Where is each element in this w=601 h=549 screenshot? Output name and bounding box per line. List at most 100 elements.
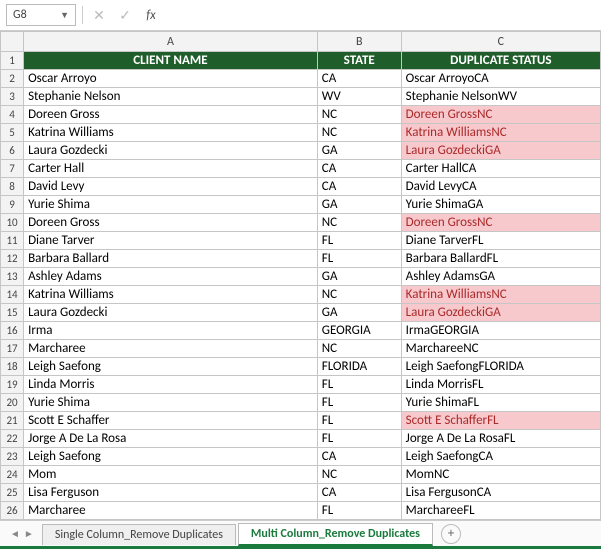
cell-dup-status[interactable]: Doreen GrossNC — [401, 214, 600, 232]
cell-dup-status[interactable]: Yurie ShimaFL — [401, 394, 600, 412]
column-header-C[interactable]: C — [401, 32, 600, 52]
formula-input[interactable] — [167, 5, 595, 25]
cell-state[interactable]: GEORGIA — [317, 322, 401, 340]
name-box[interactable]: G8 ▼ — [6, 4, 76, 26]
select-all-corner[interactable] — [1, 32, 24, 52]
cell-client-name[interactable]: Yurie Shima — [24, 196, 318, 214]
cell-state[interactable]: FLORIDA — [317, 358, 401, 376]
cell-dup-status[interactable]: Leigh SaefongFLORIDA — [401, 358, 600, 376]
row-header[interactable]: 2 — [1, 70, 24, 88]
column-header-B[interactable]: B — [317, 32, 401, 52]
cell-state[interactable]: NC — [317, 340, 401, 358]
cell-state[interactable]: GA — [317, 142, 401, 160]
cell-state[interactable]: CA — [317, 484, 401, 502]
column-header-A[interactable]: A — [24, 32, 318, 52]
cell-dup-status[interactable]: Barbara BallardFL — [401, 250, 600, 268]
header-client-name[interactable]: CLIENT NAME — [24, 52, 318, 70]
row-header[interactable]: 19 — [1, 376, 24, 394]
cell-state[interactable]: FL — [317, 412, 401, 430]
cell-client-name[interactable]: Barbara Ballard — [24, 250, 318, 268]
cell-state[interactable]: FL — [317, 250, 401, 268]
cell-client-name[interactable]: Laura Gozdecki — [24, 304, 318, 322]
header-dup-status[interactable]: DUPLICATE STATUS — [401, 52, 600, 70]
cell-client-name[interactable]: Doreen Gross — [24, 214, 318, 232]
cell-state[interactable]: FL — [317, 430, 401, 448]
row-header[interactable]: 3 — [1, 88, 24, 106]
cell-client-name[interactable]: Stephanie Nelson — [24, 88, 318, 106]
cell-state[interactable]: GA — [317, 268, 401, 286]
cell-client-name[interactable]: Lisa Ferguson — [24, 484, 318, 502]
cell-dup-status[interactable]: David LevyCA — [401, 178, 600, 196]
cell-client-name[interactable]: Linda Morris — [24, 376, 318, 394]
tab-nav[interactable]: ◄ ► — [4, 527, 40, 540]
row-header[interactable]: 25 — [1, 484, 24, 502]
cell-dup-status[interactable]: Leigh SaefongCA — [401, 448, 600, 466]
cell-client-name[interactable]: Scott E Schaffer — [24, 412, 318, 430]
cell-dup-status[interactable]: Scott E SchafferFL — [401, 412, 600, 430]
cell-dup-status[interactable]: Oscar ArroyoCA — [401, 70, 600, 88]
row-header[interactable]: 10 — [1, 214, 24, 232]
cancel-icon[interactable]: ✕ — [89, 5, 109, 25]
row-header[interactable]: 15 — [1, 304, 24, 322]
cell-state[interactable]: GA — [317, 304, 401, 322]
fx-icon[interactable]: fx — [141, 5, 161, 25]
cell-dup-status[interactable]: Laura GozdeckiGA — [401, 142, 600, 160]
cell-dup-status[interactable]: Ashley AdamsGA — [401, 268, 600, 286]
cell-client-name[interactable]: Oscar Arroyo — [24, 70, 318, 88]
row-header[interactable]: 12 — [1, 250, 24, 268]
row-header[interactable]: 22 — [1, 430, 24, 448]
cell-dup-status[interactable]: Lisa FergusonCA — [401, 484, 600, 502]
cell-client-name[interactable]: Marcharee — [24, 340, 318, 358]
add-sheet-button[interactable]: + — [441, 524, 461, 544]
cell-dup-status[interactable]: Doreen GrossNC — [401, 106, 600, 124]
cell-client-name[interactable]: Katrina Williams — [24, 286, 318, 304]
cell-state[interactable]: NC — [317, 466, 401, 484]
cell-state[interactable]: NC — [317, 214, 401, 232]
row-header[interactable]: 11 — [1, 232, 24, 250]
confirm-icon[interactable]: ✓ — [115, 5, 135, 25]
cell-client-name[interactable]: Irma — [24, 322, 318, 340]
row-header[interactable]: 5 — [1, 124, 24, 142]
row-header[interactable]: 24 — [1, 466, 24, 484]
cell-state[interactable]: FL — [317, 376, 401, 394]
cell-client-name[interactable]: Yurie Shima — [24, 394, 318, 412]
cell-state[interactable]: CA — [317, 160, 401, 178]
row-header[interactable]: 1 — [1, 52, 24, 70]
cell-dup-status[interactable]: Laura GozdeckiGA — [401, 304, 600, 322]
cell-client-name[interactable]: Carter Hall — [24, 160, 318, 178]
row-header[interactable]: 16 — [1, 322, 24, 340]
spreadsheet-grid[interactable]: A B C 1 CLIENT NAME STATE DUPLICATE STAT… — [0, 31, 601, 520]
cell-dup-status[interactable]: Jorge A De La RosaFL — [401, 430, 600, 448]
cell-state[interactable]: NC — [317, 124, 401, 142]
cell-state[interactable]: CA — [317, 448, 401, 466]
cell-client-name[interactable]: Diane Tarver — [24, 232, 318, 250]
cell-dup-status[interactable]: MarchareeNC — [401, 340, 600, 358]
cell-state[interactable]: FL — [317, 502, 401, 520]
cell-state[interactable]: CA — [317, 178, 401, 196]
row-header[interactable]: 6 — [1, 142, 24, 160]
cell-dup-status[interactable]: MomNC — [401, 466, 600, 484]
row-header[interactable]: 4 — [1, 106, 24, 124]
row-header[interactable]: 21 — [1, 412, 24, 430]
cell-client-name[interactable]: Mom — [24, 466, 318, 484]
cell-client-name[interactable]: Doreen Gross — [24, 106, 318, 124]
row-header[interactable]: 17 — [1, 340, 24, 358]
cell-dup-status[interactable]: MarchareeFL — [401, 502, 600, 520]
cell-dup-status[interactable]: Yurie ShimaGA — [401, 196, 600, 214]
cell-dup-status[interactable]: Diane TarverFL — [401, 232, 600, 250]
cell-state[interactable]: WV — [317, 88, 401, 106]
cell-state[interactable]: CA — [317, 70, 401, 88]
cell-dup-status[interactable]: Stephanie NelsonWV — [401, 88, 600, 106]
cell-state[interactable]: GA — [317, 196, 401, 214]
chevron-left-icon[interactable]: ◄ — [10, 527, 20, 540]
row-header[interactable]: 9 — [1, 196, 24, 214]
row-header[interactable]: 20 — [1, 394, 24, 412]
cell-client-name[interactable]: Leigh Saefong — [24, 358, 318, 376]
sheet-tab-single[interactable]: Single Column_Remove Duplicates — [42, 524, 236, 545]
row-header[interactable]: 23 — [1, 448, 24, 466]
row-header[interactable]: 14 — [1, 286, 24, 304]
cell-state[interactable]: NC — [317, 106, 401, 124]
cell-dup-status[interactable]: Katrina WilliamsNC — [401, 124, 600, 142]
cell-client-name[interactable]: Ashley Adams — [24, 268, 318, 286]
row-header[interactable]: 7 — [1, 160, 24, 178]
